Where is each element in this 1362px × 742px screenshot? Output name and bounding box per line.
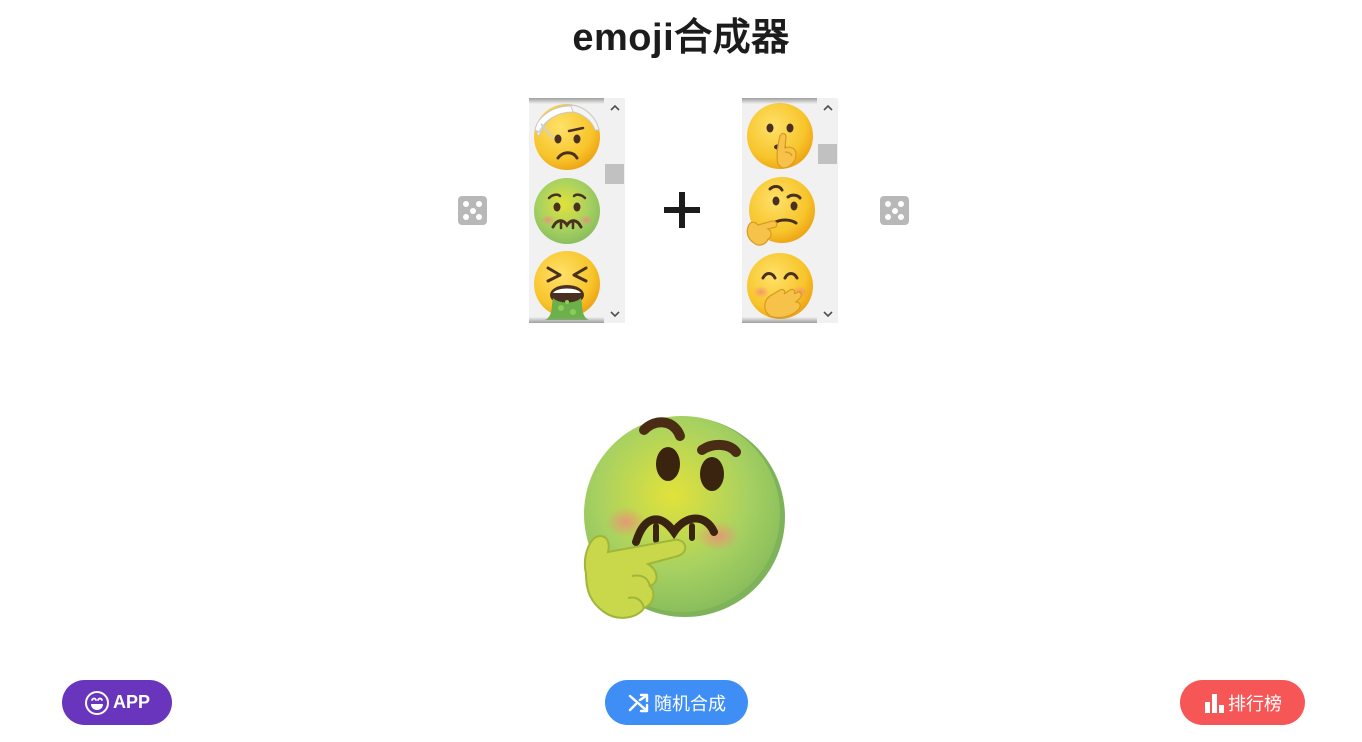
app-button[interactable]: APP bbox=[62, 680, 172, 725]
dice-pip bbox=[885, 214, 891, 220]
scroll-down-arrow-icon[interactable] bbox=[817, 305, 838, 323]
scroll-thumb[interactable] bbox=[605, 164, 624, 184]
emoji-option-vomiting[interactable] bbox=[529, 248, 604, 323]
leaderboard-label: 排行榜 bbox=[1228, 693, 1282, 714]
shushing-face-emoji bbox=[746, 102, 813, 169]
scroll-down-arrow-icon[interactable] bbox=[604, 305, 625, 323]
face-with-head-bandage-emoji bbox=[533, 103, 600, 170]
dice-pip bbox=[898, 214, 904, 220]
dice-pip bbox=[885, 201, 891, 207]
scroll-up-arrow-icon[interactable] bbox=[817, 98, 838, 116]
nauseated-face-emoji bbox=[533, 177, 600, 244]
emoji-option-thinking[interactable] bbox=[742, 173, 817, 248]
nauseated-thinking-face-emoji bbox=[584, 416, 785, 619]
dice-left-button[interactable] bbox=[458, 196, 487, 225]
emoji-option-bandage[interactable] bbox=[529, 98, 604, 173]
face-with-hand-over-mouth-emoji bbox=[746, 252, 813, 319]
scroll-up-arrow-icon[interactable] bbox=[604, 98, 625, 116]
app-button-label: APP bbox=[112, 692, 150, 712]
emoji-picker-right[interactable] bbox=[742, 98, 838, 323]
page-title: emoji合成器 bbox=[572, 17, 790, 59]
emoji-list-left[interactable] bbox=[529, 98, 604, 323]
dice-pip bbox=[463, 214, 469, 220]
picker-fade-bottom bbox=[742, 317, 817, 323]
emoji-option-nauseated[interactable] bbox=[529, 173, 604, 248]
shuffle-icon bbox=[628, 693, 649, 712]
scroll-thumb[interactable] bbox=[818, 144, 837, 164]
picker-left-scrollbar[interactable] bbox=[604, 98, 625, 323]
random-combine-button[interactable]: 随机合成 bbox=[605, 680, 748, 725]
dice-pip bbox=[891, 207, 898, 214]
smiley-icon bbox=[84, 690, 109, 715]
picker-fade-bottom bbox=[529, 317, 604, 323]
emoji-picker-left[interactable] bbox=[529, 98, 625, 323]
picker-right-scrollbar[interactable] bbox=[817, 98, 838, 323]
picker-fade-top bbox=[742, 98, 817, 104]
face-vomiting-emoji bbox=[533, 250, 600, 320]
dice-pip bbox=[898, 201, 904, 207]
thinking-face-emoji bbox=[746, 176, 815, 246]
leaderboard-button[interactable]: 排行榜 bbox=[1180, 680, 1305, 725]
dice-pip bbox=[463, 201, 469, 207]
emoji-list-right[interactable] bbox=[742, 98, 817, 323]
dice-right-button[interactable] bbox=[880, 196, 909, 225]
plus-icon bbox=[655, 180, 711, 240]
random-combine-label: 随机合成 bbox=[654, 693, 726, 714]
dice-pip bbox=[469, 207, 476, 214]
combined-emoji-result bbox=[578, 414, 788, 624]
dice-pip bbox=[476, 214, 482, 220]
dice-pip bbox=[476, 201, 482, 207]
picker-fade-top bbox=[529, 98, 604, 104]
emoji-option-shushing[interactable] bbox=[742, 98, 817, 173]
emoji-option-hand-over-mouth[interactable] bbox=[742, 248, 817, 323]
bar-chart-icon bbox=[1205, 693, 1224, 713]
